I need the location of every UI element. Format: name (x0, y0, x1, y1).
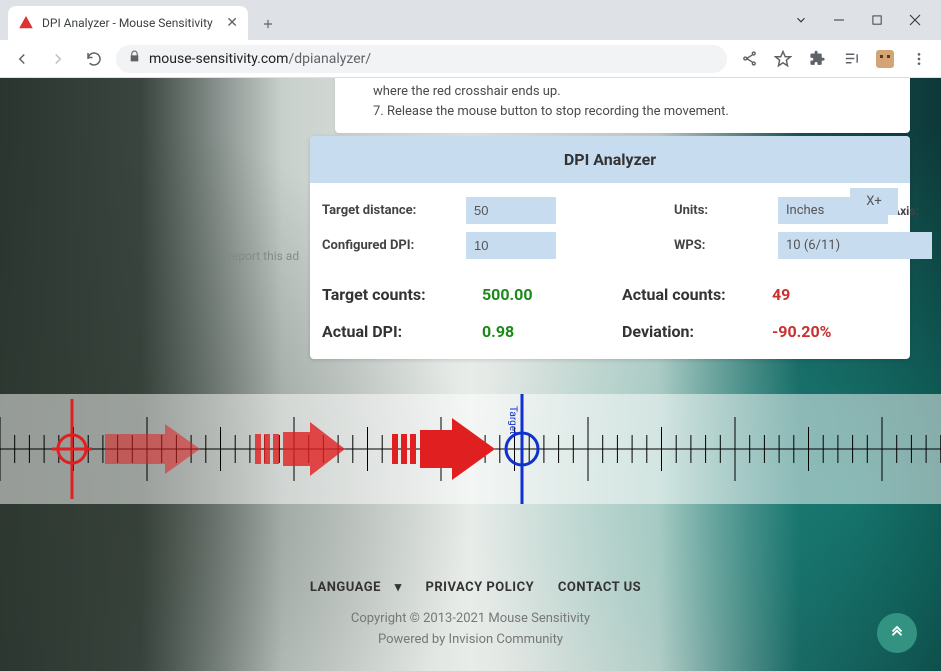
target-distance-label: Target distance: (322, 203, 462, 218)
extensions-icon[interactable] (807, 49, 827, 69)
panel-header: DPI Analyzer (310, 136, 910, 183)
ruler-zone[interactable]: Target (0, 394, 941, 504)
ruler-svg: Target (0, 394, 941, 504)
browser-toolbar: mouse-sensitivity.com/dpianalyzer/ (0, 40, 941, 78)
profile-avatar[interactable] (875, 49, 895, 69)
minimize-icon[interactable] (829, 10, 849, 30)
target-counts-label: Target counts: (322, 285, 482, 304)
chevron-down-icon[interactable] (791, 10, 811, 30)
target-distance-input[interactable] (466, 197, 556, 224)
tab-close-icon[interactable]: ✕ (226, 15, 238, 31)
instruction-num: 7. (373, 104, 384, 119)
copyright-text: Copyright © 2013-2021 Mouse Sensitivity (0, 609, 941, 630)
language-link[interactable]: LANGUAGE ▾ (300, 580, 402, 595)
deviation-label: Deviation: (622, 322, 772, 341)
crosshair-start (52, 399, 92, 499)
menu-icon[interactable] (909, 49, 929, 69)
axis-select[interactable]: X+ (850, 188, 898, 215)
browser-tab[interactable]: DPI Analyzer - Mouse Sensitivity ✕ (8, 6, 248, 40)
star-icon[interactable] (773, 49, 793, 69)
target-label: Target (507, 406, 518, 434)
instruction-line6-partial: where the red crosshair ends up. (355, 82, 890, 102)
url-bar[interactable]: mouse-sensitivity.com/dpianalyzer/ (116, 45, 727, 73)
instruction-item-7: 7. Release the mouse button to stop reco… (355, 102, 890, 122)
actual-counts-value: 49 (772, 285, 902, 304)
forward-button[interactable] (44, 45, 72, 73)
actual-dpi-value: 0.98 (482, 322, 622, 341)
browser-tab-strip: DPI Analyzer - Mouse Sensitivity ✕ (0, 0, 941, 40)
share-icon[interactable] (739, 49, 759, 69)
back-button[interactable] (8, 45, 36, 73)
privacy-link[interactable]: PRIVACY POLICY (425, 580, 534, 595)
report-ad-link[interactable]: report this ad (228, 249, 299, 263)
scroll-top-button[interactable] (877, 613, 917, 653)
actual-counts-label: Actual counts: (622, 285, 772, 304)
maximize-icon[interactable] (867, 10, 887, 30)
instruction-text: Release the mouse button to stop recordi… (387, 104, 729, 119)
deviation-value: -90.20% (772, 322, 902, 341)
wps-label: WPS: (674, 238, 774, 253)
target-counts-value: 500.00 (482, 285, 622, 304)
configured-dpi-label: Configured DPI: (322, 238, 462, 253)
reading-list-icon[interactable] (841, 49, 861, 69)
contact-link[interactable]: CONTACT US (558, 580, 641, 595)
url-text: mouse-sensitivity.com/dpianalyzer/ (149, 51, 371, 67)
close-icon[interactable] (905, 10, 925, 30)
powered-by-text[interactable]: Powered by Invision Community (0, 630, 941, 651)
tab-favicon (18, 15, 34, 31)
configured-dpi-input[interactable] (466, 232, 556, 259)
reload-button[interactable] (80, 45, 108, 73)
actual-dpi-label: Actual DPI: (322, 322, 482, 341)
wps-value[interactable]: 10 (6/11) (778, 232, 932, 259)
instruction-panel: where the red crosshair ends up. 7. Rele… (335, 78, 910, 133)
lock-icon (128, 50, 141, 67)
units-label: Units: (674, 203, 774, 218)
footer: LANGUAGE ▾ PRIVACY POLICY CONTACT US Cop… (0, 580, 941, 651)
analyzer-panel: DPI Analyzer Target distance: Units: Inc… (310, 136, 910, 359)
results-grid: Target counts: 500.00 Actual counts: 49 … (310, 273, 910, 359)
new-tab-button[interactable] (254, 10, 282, 38)
tab-title: DPI Analyzer - Mouse Sensitivity (42, 16, 218, 30)
window-controls (791, 10, 941, 40)
